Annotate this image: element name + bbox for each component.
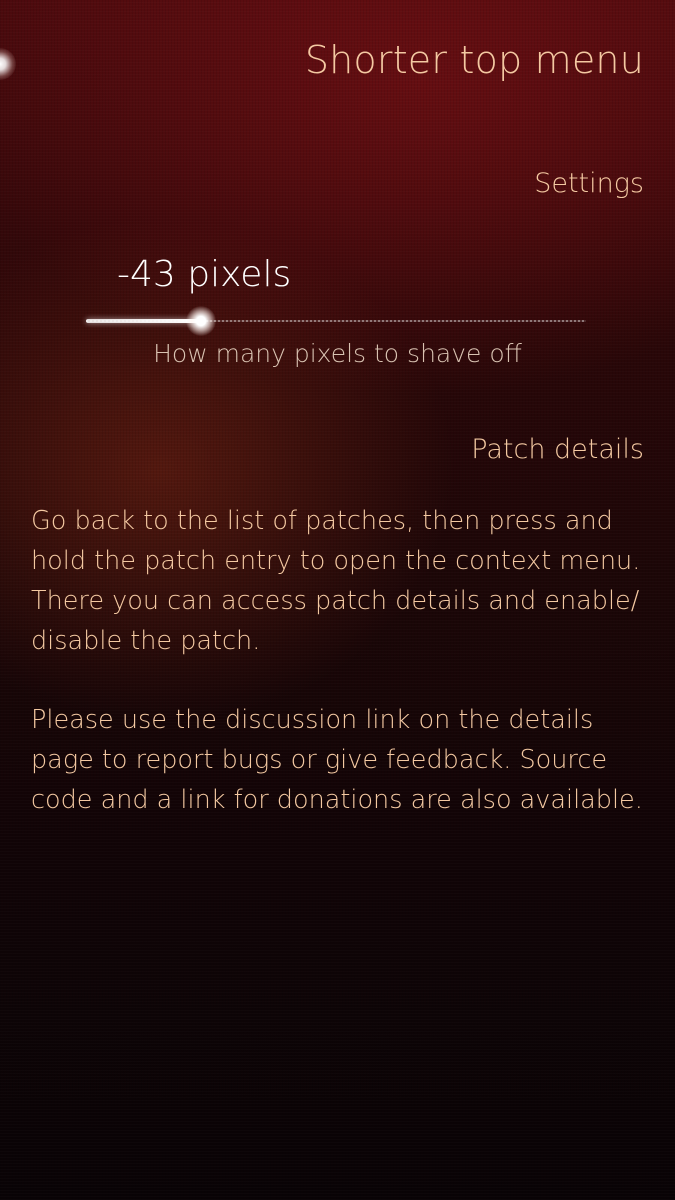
pixels-slider[interactable] (86, 306, 586, 336)
settings-section-header: Settings (534, 168, 644, 199)
slider-handle[interactable] (186, 306, 216, 336)
feedback-info-text: Please use the discussion link on the de… (31, 705, 643, 815)
patch-details-section-header: Patch details (471, 434, 644, 465)
pulley-menu-indicator (0, 48, 16, 80)
slider-fill (86, 319, 201, 323)
slider-value-label: -43 pixels (117, 254, 292, 295)
page-title: Shorter top menu (304, 38, 644, 82)
slider-description: How many pixels to shave off (153, 339, 522, 368)
patch-instructions-text: Go back to the list of patches, then pre… (31, 506, 641, 656)
